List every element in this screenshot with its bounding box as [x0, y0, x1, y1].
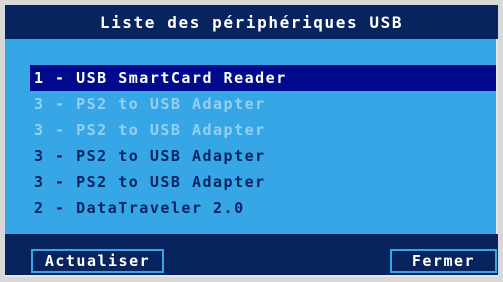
usb-devices-dialog: Liste des périphériques USB 1 - USB Smar… — [0, 0, 503, 282]
device-list-item: 3 - PS2 to USB Adapter — [34, 95, 266, 113]
device-list-item[interactable]: 3 - PS2 to USB Adapter — [30, 143, 496, 169]
device-list-item[interactable]: 2 - DataTraveler 2.0 — [30, 195, 496, 221]
device-list-item: 3 - PS2 to USB Adapter — [34, 121, 266, 139]
usb-device-list[interactable]: 1 - USB SmartCard Reader 3 - PS2 to USB … — [30, 65, 496, 221]
close-button[interactable]: Fermer — [390, 249, 497, 273]
device-list-item[interactable]: 1 - USB SmartCard Reader — [30, 65, 496, 91]
refresh-button[interactable]: Actualiser — [31, 249, 164, 273]
device-list-item[interactable]: 3 - PS2 to USB Adapter — [30, 169, 496, 195]
dialog-title: Liste des périphériques USB — [99, 12, 404, 32]
dialog-title-bar: Liste des périphériques USB — [5, 5, 498, 39]
